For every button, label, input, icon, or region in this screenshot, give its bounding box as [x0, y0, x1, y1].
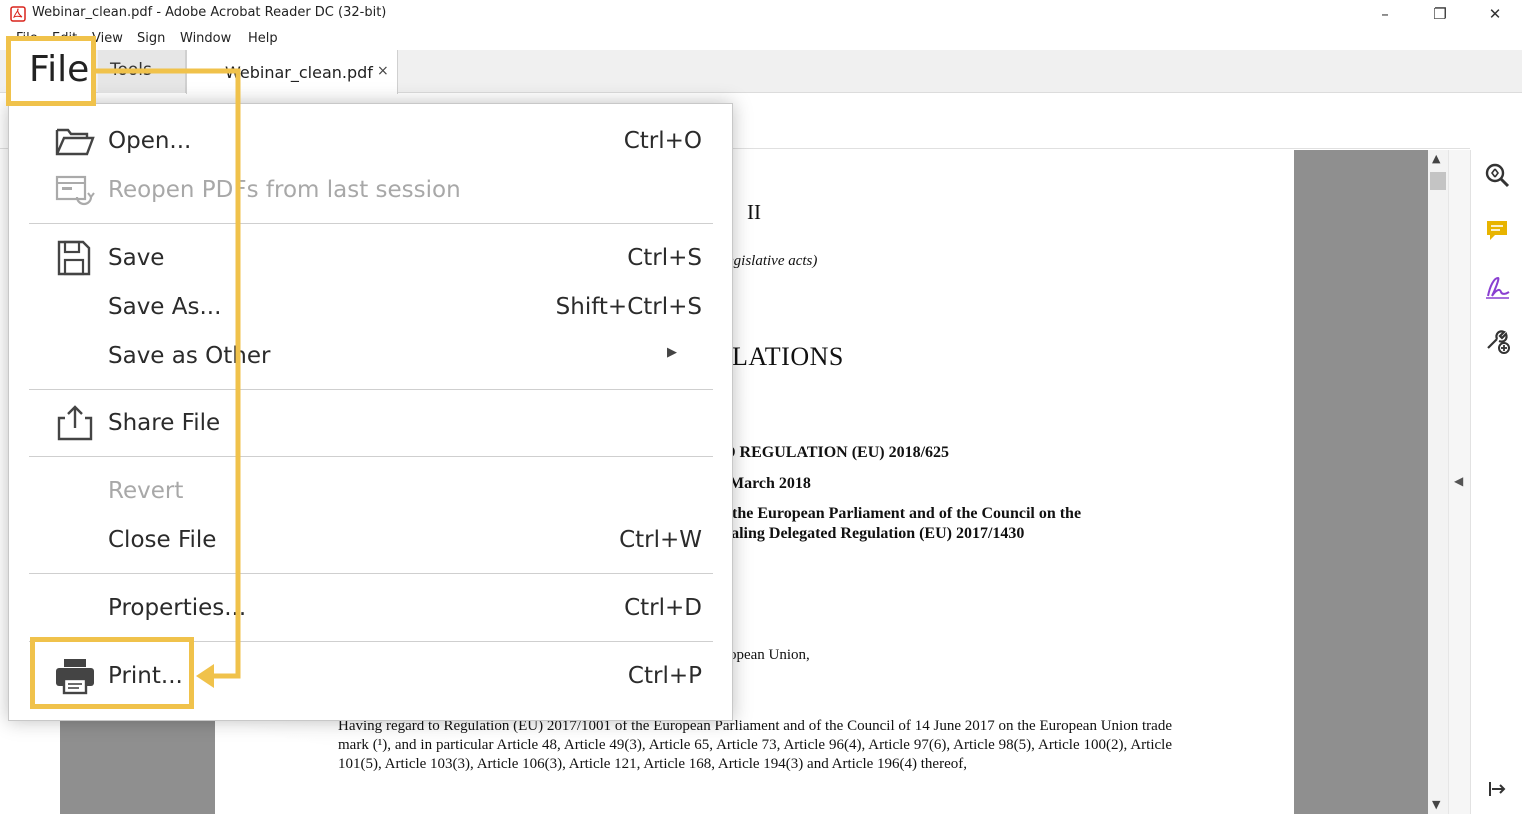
file-highlight-label: File: [29, 49, 90, 90]
print-highlight: [30, 637, 194, 709]
file-menu-highlight[interactable]: File: [6, 36, 96, 106]
annotation-arrow: [96, 68, 241, 688]
